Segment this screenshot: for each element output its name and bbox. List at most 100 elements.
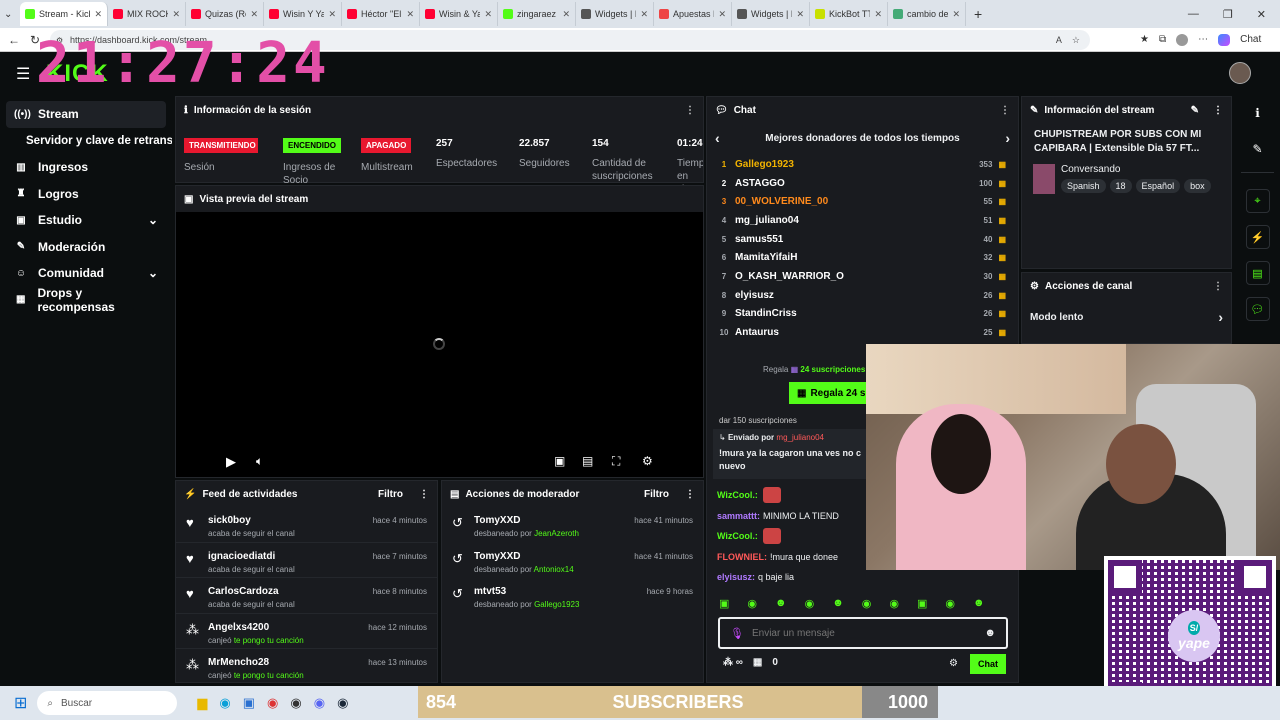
focus-icon[interactable]: ⌖ bbox=[1245, 189, 1270, 213]
pencil-rail-icon[interactable]: ✎ bbox=[1235, 120, 1280, 156]
channel-points-icon[interactable]: ⁂ ∞ bbox=[723, 657, 743, 668]
chrome-icon[interactable]: ◉ bbox=[267, 695, 278, 711]
activity-menu-icon[interactable]: ⋮ bbox=[419, 489, 429, 500]
copilot-chat-label[interactable]: Chat bbox=[1240, 34, 1261, 45]
tab-close-icon[interactable]: ✕ bbox=[250, 9, 258, 20]
fullscreen-icon[interactable]: ⛶ bbox=[612, 454, 620, 469]
info-rail-icon[interactable]: ℹ bbox=[1235, 96, 1280, 120]
donor-name[interactable]: Gallego1923 bbox=[735, 159, 794, 170]
browser-tab[interactable]: Apuestas Depo ✕ bbox=[654, 2, 732, 26]
activity-filter-button[interactable]: Filtro bbox=[378, 489, 403, 500]
mod-action-row[interactable]: ↺ TomyXXD desbaneado por Antoniox14 hace 41… bbox=[442, 543, 703, 579]
donor-name[interactable]: O_KASH_WARRIOR_O bbox=[735, 271, 844, 282]
list-icon[interactable]: ▤ bbox=[1245, 261, 1270, 285]
donor-name[interactable]: MamitaYifaiH bbox=[735, 252, 797, 263]
stream-tag[interactable]: Español bbox=[1135, 179, 1181, 193]
mod-action-user[interactable]: TomyXXD bbox=[474, 515, 579, 526]
chat-user[interactable]: WizCool.: bbox=[717, 490, 758, 500]
emote-icon[interactable]: ◉ bbox=[889, 597, 899, 610]
activity-user[interactable]: Angelxs4200 bbox=[208, 622, 304, 633]
play-icon[interactable]: ▶ bbox=[226, 454, 236, 470]
chevron-down-icon[interactable]: ⌄ bbox=[148, 266, 158, 280]
activity-user[interactable]: CarlosCardoza bbox=[208, 586, 295, 597]
emote-icon[interactable]: ☻ bbox=[832, 597, 844, 610]
emote-icon[interactable]: ◉ bbox=[945, 597, 955, 610]
hamburger-menu-icon[interactable]: ☰ bbox=[16, 64, 30, 84]
activity-user[interactable]: ignacioediatdi bbox=[208, 551, 295, 562]
more-icon[interactable]: ⋯ bbox=[1198, 34, 1208, 45]
browser-tab[interactable]: zingaraez - Wat ✕ bbox=[498, 2, 576, 26]
donor-name[interactable]: StandinCriss bbox=[735, 308, 797, 319]
chevron-down-icon[interactable]: ⌄ bbox=[148, 213, 158, 227]
stream-tag[interactable]: Spanish bbox=[1061, 179, 1106, 193]
mod-action-user[interactable]: mtvt53 bbox=[474, 586, 579, 597]
donor-row[interactable]: 1 Gallego1923 353 ▦ bbox=[707, 155, 1018, 174]
sidebar-item[interactable]: ▣ Estudio ⌄ bbox=[0, 207, 172, 234]
activity-user[interactable]: sick0boy bbox=[208, 515, 295, 526]
chat-user[interactable]: elyisusz: bbox=[717, 572, 755, 582]
user-avatar[interactable] bbox=[1229, 62, 1251, 84]
maximize-icon[interactable]: ❐ bbox=[1223, 8, 1233, 21]
sidebar-item[interactable]: ▦ Drops y recompensas bbox=[0, 286, 172, 314]
moderator-name[interactable]: JeanAzeroth bbox=[534, 529, 579, 538]
close-window-icon[interactable]: ✕ bbox=[1257, 8, 1266, 21]
tab-close-icon[interactable]: ✕ bbox=[172, 9, 180, 20]
mod-menu-icon[interactable]: ⋮ bbox=[685, 489, 695, 500]
discord-icon[interactable]: ◉ bbox=[314, 695, 325, 711]
emote-icon[interactable]: ▣ bbox=[719, 597, 729, 610]
sidebar-item[interactable]: Servidor y clave de retransmisión bbox=[0, 128, 172, 155]
sidebar-item[interactable]: ((•)) Stream bbox=[6, 101, 166, 128]
donor-name[interactable]: mg_juliano04 bbox=[735, 215, 799, 226]
activity-row[interactable]: ♥ CarlosCardoza acaba de seguir el canal ha… bbox=[176, 578, 437, 614]
browser-tab[interactable]: Widgets | El me ✕ bbox=[576, 2, 654, 26]
stream-tag[interactable]: 18 bbox=[1109, 179, 1132, 193]
tab-list-menu-icon[interactable]: ⌄ bbox=[4, 9, 20, 20]
emote-icon[interactable]: ☻ bbox=[973, 597, 985, 610]
browser-tab[interactable]: Widgets | El me ✕ bbox=[732, 2, 810, 26]
minimize-icon[interactable]: — bbox=[1188, 8, 1199, 21]
chat-input[interactable] bbox=[751, 627, 977, 639]
donor-row[interactable]: 5 samus551 40 ▦ bbox=[707, 230, 1018, 249]
donor-row[interactable]: 3 00_WOLVERINE_00 55 ▦ bbox=[707, 192, 1018, 211]
chat-rail-icon[interactable]: 💬︎ bbox=[1245, 297, 1270, 321]
mic-icon[interactable]: 🎙︎ bbox=[730, 627, 744, 640]
donor-row[interactable]: 2 ASTAGGO 100 ▦ bbox=[707, 174, 1018, 193]
donor-name[interactable]: 00_WOLVERINE_00 bbox=[735, 196, 828, 207]
activity-row[interactable]: ⁂ Angelxs4200 canjeó te pongo tu canción ha… bbox=[176, 614, 437, 649]
store-icon[interactable]: ▣ bbox=[243, 695, 255, 711]
donor-name[interactable]: ASTAGGO bbox=[735, 178, 785, 189]
activity-row[interactable]: ♥ sick0boy acaba de seguir el canal hace 4 … bbox=[176, 507, 437, 543]
tab-close-icon[interactable]: ✕ bbox=[562, 9, 570, 20]
emote-icon[interactable]: ◉ bbox=[805, 597, 815, 610]
tab-close-icon[interactable]: ✕ bbox=[796, 9, 804, 20]
stream-info-menu-icon[interactable]: ⋮ bbox=[1213, 105, 1223, 116]
sidebar-item[interactable]: ▥ Ingresos bbox=[0, 154, 172, 181]
activity-user[interactable]: MrMencho28 bbox=[208, 657, 304, 668]
settings-icon[interactable]: ⚙ bbox=[642, 454, 653, 468]
browser-tab[interactable]: Quizas (Remix) ✕ bbox=[186, 2, 264, 26]
sidebar-item[interactable]: ♜ Logros bbox=[0, 181, 172, 208]
leaderboard-prev-icon[interactable]: ‹ bbox=[715, 130, 720, 146]
browser-tab[interactable]: KickBot TTS Se ✕ bbox=[810, 2, 888, 26]
stream-tag[interactable]: box bbox=[1184, 179, 1211, 193]
moderator-name[interactable]: Gallego1923 bbox=[534, 600, 579, 609]
activity-row[interactable]: ♥ ignacioediatdi acaba de seguir el canal h… bbox=[176, 543, 437, 578]
donor-name[interactable]: elyisusz bbox=[735, 290, 774, 301]
browser-tab[interactable]: Wisin Y Yandel ✕ bbox=[264, 2, 342, 26]
windows-start-icon[interactable]: ⊞ bbox=[14, 693, 27, 713]
tab-close-icon[interactable]: ✕ bbox=[952, 9, 960, 20]
volume-icon[interactable]: 🔈︎ bbox=[256, 454, 263, 469]
chat-input-box[interactable]: 🎙︎ ☻ bbox=[718, 617, 1008, 649]
donor-name[interactable]: samus551 bbox=[735, 234, 783, 245]
donor-row[interactable]: 8 elyisusz 26 ▦ bbox=[707, 286, 1018, 305]
favorite-star-icon[interactable]: ☆ bbox=[1072, 35, 1080, 46]
edge-icon[interactable]: ◉ bbox=[219, 695, 230, 711]
emote-icon[interactable]: ◉ bbox=[862, 597, 872, 610]
tab-close-icon[interactable]: ✕ bbox=[484, 9, 492, 20]
bolt-icon[interactable]: ⚡ bbox=[1245, 225, 1270, 249]
tab-close-icon[interactable]: ✕ bbox=[874, 9, 882, 20]
browser-tab[interactable]: MIX ROCK EN E ✕ bbox=[108, 2, 186, 26]
mod-action-row[interactable]: ↺ mtvt53 desbaneado por Gallego1923 hace 9 … bbox=[442, 578, 703, 614]
donor-row[interactable]: 7 O_KASH_WARRIOR_O 30 ▦ bbox=[707, 267, 1018, 286]
tab-close-icon[interactable]: ✕ bbox=[640, 9, 648, 20]
